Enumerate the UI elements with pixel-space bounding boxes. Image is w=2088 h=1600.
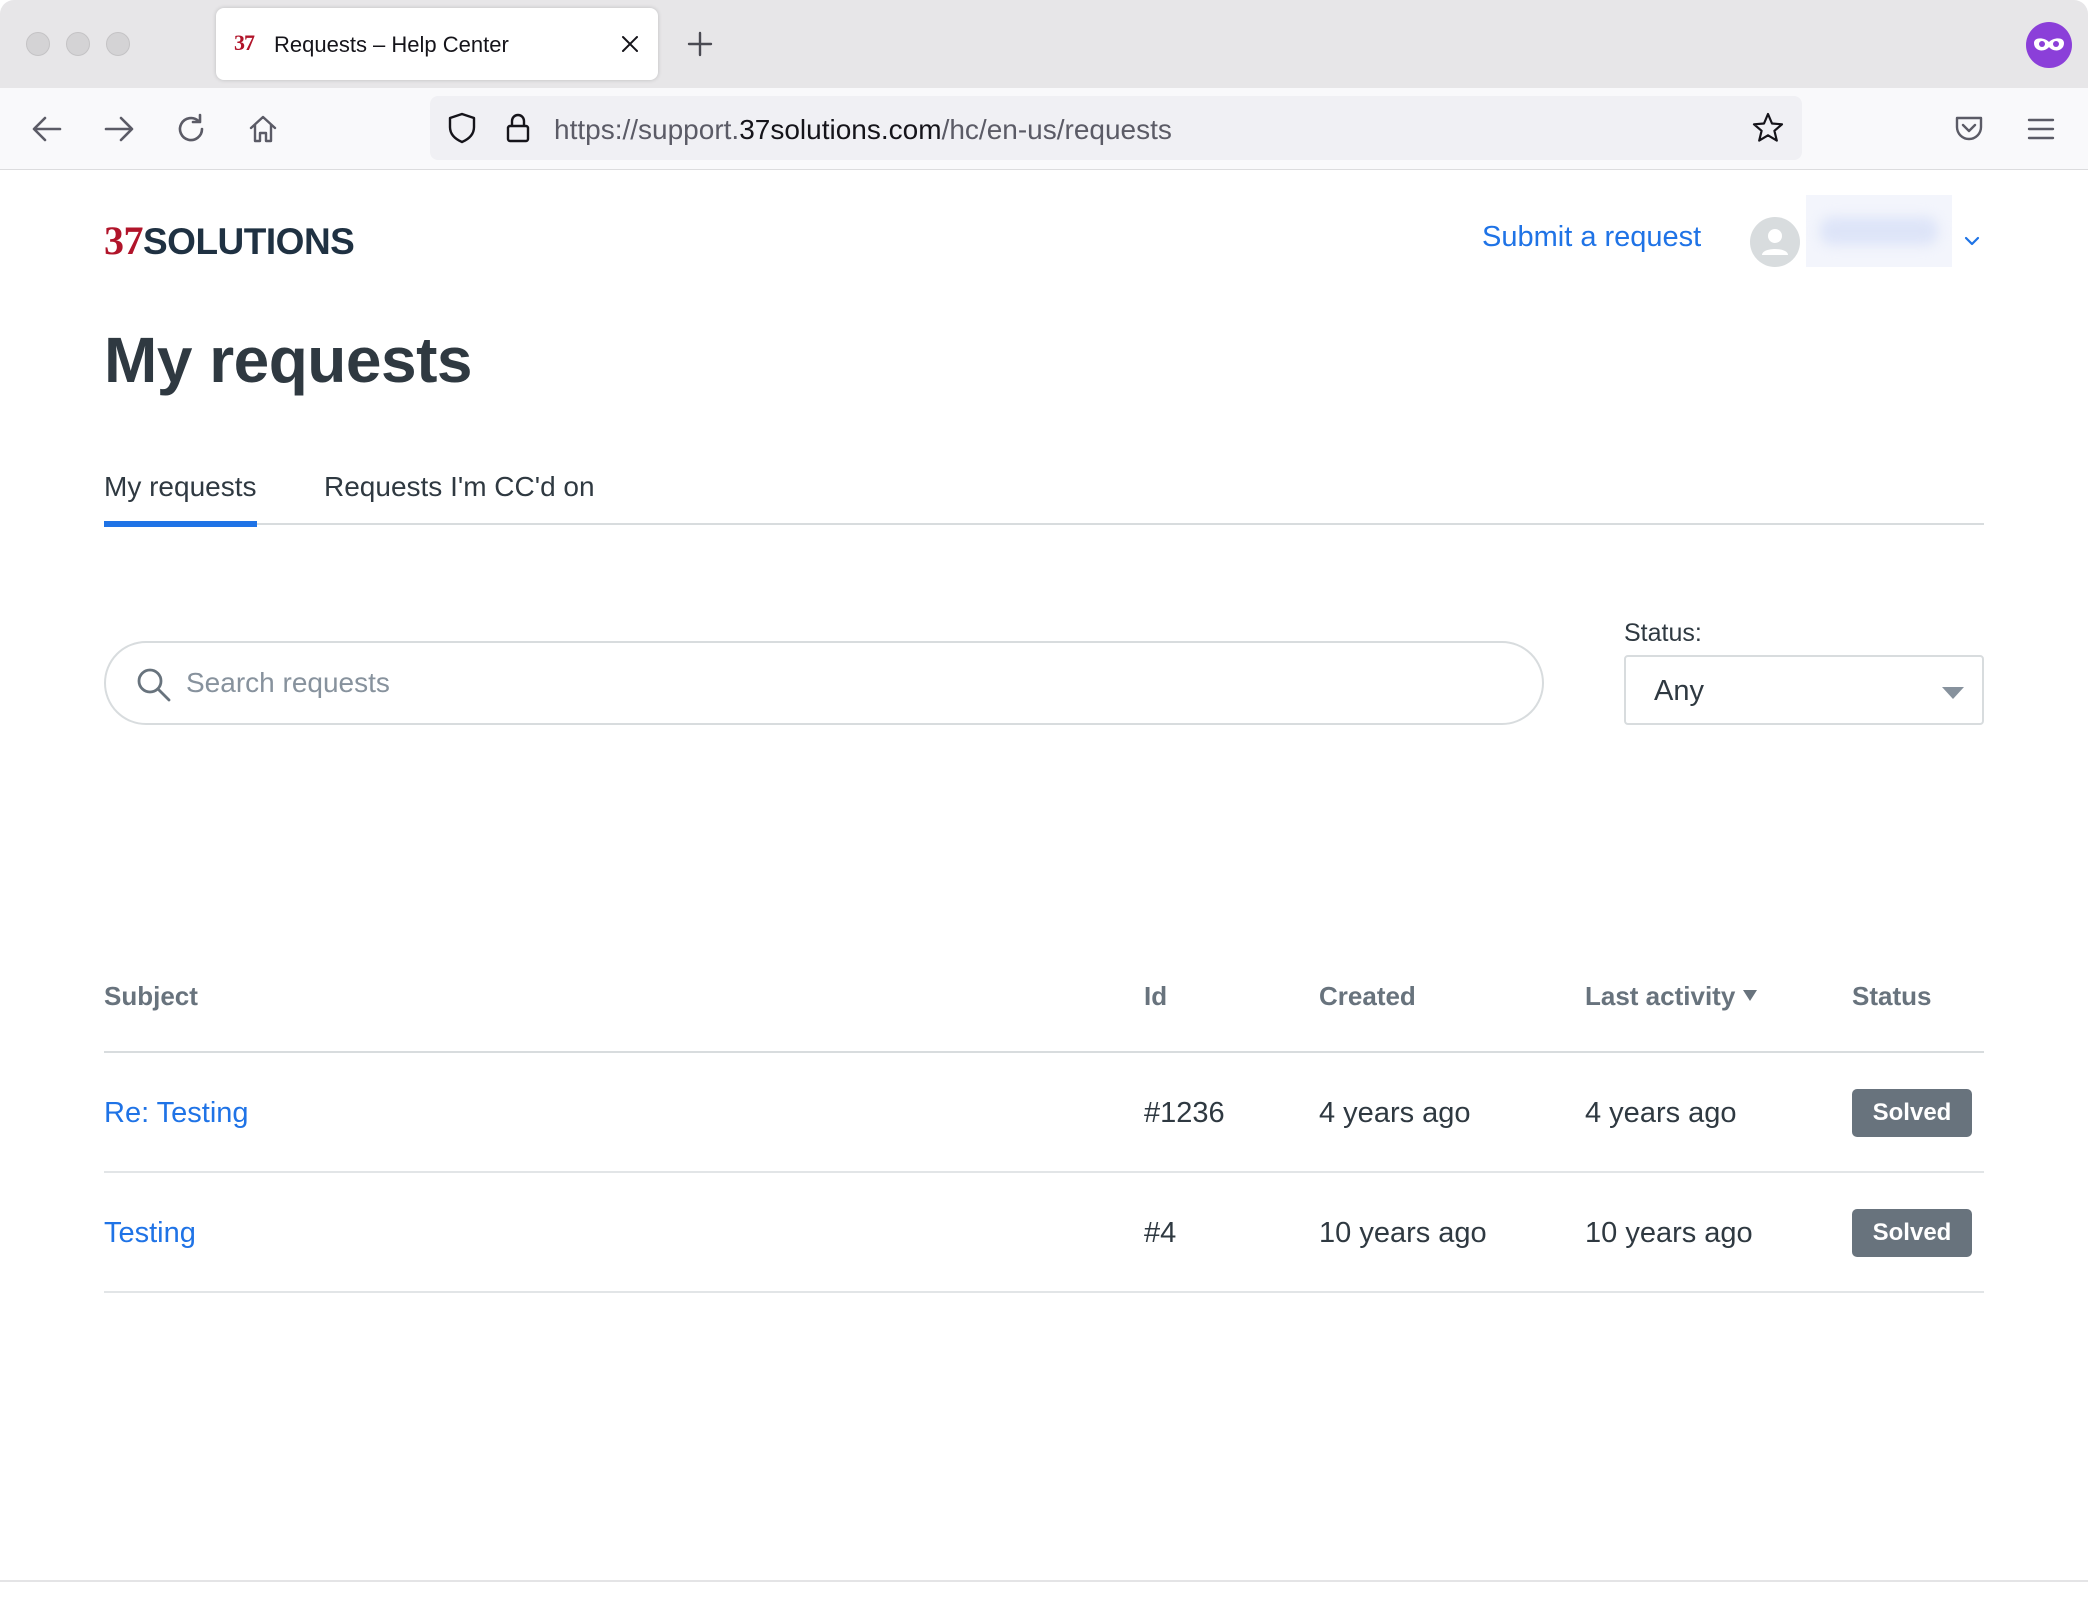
user-avatar[interactable] <box>1750 217 1800 267</box>
search-box <box>104 641 1544 725</box>
status-filter-value: Any <box>1654 675 1704 707</box>
tab-my-requests[interactable]: My requests <box>104 471 257 527</box>
table-header: Subject Id Created Last activity Status <box>104 961 1984 1053</box>
logo-word: SOLUTIONS <box>143 221 355 262</box>
close-tab-icon[interactable] <box>612 26 648 62</box>
url-path: /hc/en-us/requests <box>941 114 1172 145</box>
user-name-redacted[interactable] <box>1806 195 1952 267</box>
minimize-window-button[interactable] <box>66 32 90 56</box>
tracking-protection-shield-icon[interactable] <box>442 108 482 148</box>
page-title: My requests <box>104 324 472 396</box>
request-id: #4 <box>1144 1217 1177 1249</box>
status-badge: Solved <box>1852 1209 1972 1257</box>
tab-strip: 37 Requests – Help Center <box>0 0 2088 88</box>
request-created: 4 years ago <box>1319 1097 1471 1129</box>
url-prefix: https://support. <box>554 114 740 145</box>
status-filter-select[interactable]: Any <box>1624 655 1984 725</box>
search-input[interactable] <box>186 657 1506 709</box>
url-text[interactable]: https://support.37solutions.com/hc/en-us… <box>554 114 1172 146</box>
browser-tab[interactable]: 37 Requests – Help Center <box>216 8 658 80</box>
window-bottom-divider <box>0 1580 2088 1582</box>
pocket-icon[interactable] <box>1944 104 1994 154</box>
chevron-down-icon[interactable] <box>1962 231 1982 251</box>
close-window-button[interactable] <box>26 32 50 56</box>
home-icon[interactable] <box>238 104 288 154</box>
status-filter-label: Status: <box>1624 619 1702 647</box>
search-icon <box>134 665 174 705</box>
tab-favicon: 37 <box>234 30 255 55</box>
column-status[interactable]: Status <box>1852 981 1931 1012</box>
request-id: #1236 <box>1144 1097 1225 1129</box>
column-created[interactable]: Created <box>1319 981 1416 1012</box>
tab-requests-cc[interactable]: Requests I'm CC'd on <box>324 471 595 525</box>
reload-icon[interactable] <box>166 104 216 154</box>
url-host: 37solutions.com <box>739 114 942 145</box>
private-browsing-icon[interactable] <box>2026 22 2072 68</box>
request-subject-link[interactable]: Re: Testing <box>104 1097 249 1130</box>
address-bar[interactable]: https://support.37solutions.com/hc/en-us… <box>430 96 1802 160</box>
table-row: Re: Testing #1236 4 years ago 4 years ag… <box>104 1053 1984 1173</box>
status-badge: Solved <box>1852 1089 1972 1137</box>
sort-descending-icon <box>1743 990 1758 1001</box>
navigation-toolbar: https://support.37solutions.com/hc/en-us… <box>0 88 2088 170</box>
bookmark-star-icon[interactable] <box>1748 108 1788 148</box>
table-row: Testing #4 10 years ago 10 years ago Sol… <box>104 1173 1984 1293</box>
request-last-activity: 10 years ago <box>1585 1217 1753 1249</box>
request-tabs: My requests Requests I'm CC'd on <box>104 471 1984 527</box>
tab-title: Requests – Help Center <box>274 32 509 57</box>
submit-request-link[interactable]: Submit a request <box>1482 221 1701 254</box>
lock-icon[interactable] <box>498 108 538 148</box>
back-icon[interactable] <box>22 104 72 154</box>
caret-down-icon <box>1942 687 1964 699</box>
request-last-activity: 4 years ago <box>1585 1097 1737 1129</box>
company-logo[interactable]: 37SOLUTIONS <box>104 217 355 264</box>
request-created: 10 years ago <box>1319 1217 1487 1249</box>
column-subject[interactable]: Subject <box>104 981 198 1012</box>
column-id[interactable]: Id <box>1144 981 1167 1012</box>
web-page: 37SOLUTIONS Submit a request My requests… <box>0 171 2088 1581</box>
menu-icon[interactable] <box>2016 104 2066 154</box>
request-subject-link[interactable]: Testing <box>104 1217 196 1250</box>
browser-window: 37 Requests – Help Center https://suppor… <box>0 0 2088 1600</box>
column-last-activity-label: Last activity <box>1585 981 1736 1011</box>
zoom-window-button[interactable] <box>106 32 130 56</box>
column-last-activity[interactable]: Last activity <box>1585 981 1758 1012</box>
new-tab-icon[interactable] <box>680 24 720 64</box>
forward-icon[interactable] <box>94 104 144 154</box>
logo-number: 37 <box>104 218 144 263</box>
